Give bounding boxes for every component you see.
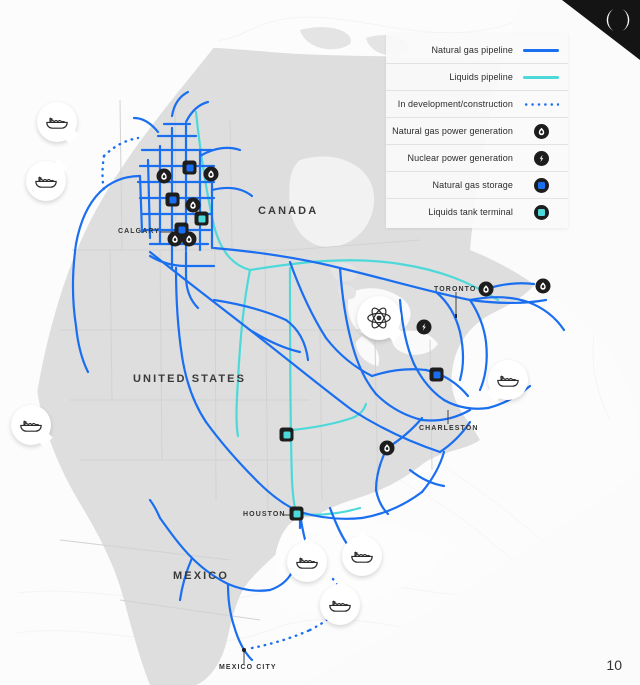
nuclear-facility-badge[interactable] — [357, 296, 401, 340]
atom-icon — [367, 307, 391, 329]
legend-label: Nuclear power generation — [407, 153, 513, 163]
legend-row-liquids-pipeline: Liquids pipeline — [386, 64, 568, 91]
toronto-leader-line — [455, 292, 457, 318]
storage-square-icon — [533, 177, 549, 193]
storage-square-icon — [165, 192, 180, 207]
flame-icon — [167, 231, 183, 247]
lng-carrier-icon — [329, 600, 351, 612]
lightning-bolt-icon — [533, 150, 549, 166]
flame-icon — [181, 231, 197, 247]
brand-corner — [562, 0, 640, 60]
natural-gas-power-marker[interactable] — [181, 231, 197, 247]
flame-icon — [533, 123, 549, 139]
lng-terminal-badge[interactable] — [11, 405, 51, 445]
lightning-bolt-icon — [416, 319, 432, 335]
liquids-tank-terminal-marker[interactable] — [279, 427, 295, 443]
liquids-tank-terminal-key — [522, 204, 560, 220]
storage-square-icon — [182, 160, 197, 175]
country-label-united-states: UNITED STATES — [133, 373, 247, 385]
page-number: 10 — [606, 657, 622, 673]
legend-label: In development/construction — [397, 99, 513, 109]
liquids-tank-terminal-marker[interactable] — [289, 506, 305, 522]
city-label-charleston: CHARLESTON — [419, 425, 479, 432]
flame-icon — [535, 278, 551, 294]
natural-gas-power-marker[interactable] — [185, 197, 201, 213]
lng-carrier-icon — [351, 551, 373, 563]
natural-gas-power-marker[interactable] — [478, 281, 494, 297]
city-label-calgary: CALGARY — [118, 228, 161, 235]
charleston-leader-line — [447, 410, 449, 424]
lng-terminal-badge[interactable] — [342, 536, 382, 576]
terminal-square-icon — [194, 211, 209, 226]
lng-terminal-badge[interactable] — [488, 360, 528, 400]
brand-circle-logo — [606, 8, 630, 32]
terminal-square-icon — [289, 506, 304, 521]
country-label-canada: CANADA — [258, 205, 319, 217]
natural-gas-storage-marker[interactable] — [182, 160, 198, 176]
nuclear-power-marker[interactable] — [416, 319, 432, 335]
city-label-mexico-city: MEXICO CITY — [219, 664, 277, 671]
liquids-tank-terminal-marker[interactable] — [194, 211, 210, 227]
natural-gas-power-marker[interactable] — [203, 166, 219, 182]
legend-label: Natural gas storage — [432, 180, 513, 190]
country-label-mexico: MEXICO — [173, 570, 229, 582]
flame-icon — [185, 197, 201, 213]
natural-gas-storage-marker[interactable] — [429, 367, 445, 383]
slide-page: CANADA UNITED STATES MEXICO CALGARY TORO… — [0, 0, 640, 685]
natural-gas-power-marker[interactable] — [167, 231, 183, 247]
natural-gas-power-key — [522, 123, 560, 139]
in-development-pipeline-key — [522, 102, 560, 106]
flame-icon — [156, 168, 172, 184]
flame-icon — [379, 440, 395, 456]
mexico-city-leader-line — [242, 648, 246, 664]
lng-carrier-icon — [497, 375, 519, 387]
legend-label: Liquids pipeline — [449, 72, 513, 82]
legend-row-liquids-tank-terminal: Liquids tank terminal — [386, 199, 568, 225]
legend-row-nuclear-power: Nuclear power generation — [386, 145, 568, 172]
flame-icon — [203, 166, 219, 182]
legend-label: Natural gas power generation — [392, 126, 513, 136]
lng-carrier-icon — [20, 420, 42, 432]
natural-gas-pipeline-key — [522, 48, 560, 52]
lng-carrier-icon — [35, 176, 57, 188]
lng-terminal-badge[interactable] — [320, 585, 360, 625]
map-legend: Natural gas pipeline Liquids pipeline In… — [386, 33, 568, 228]
lng-carrier-icon — [46, 117, 68, 129]
terminal-square-icon — [279, 427, 294, 442]
liquids-pipeline-key — [522, 75, 560, 79]
natural-gas-storage-marker[interactable] — [165, 192, 181, 208]
natural-gas-storage-key — [522, 177, 560, 193]
legend-label: Liquids tank terminal — [428, 207, 513, 217]
natural-gas-power-marker[interactable] — [379, 440, 395, 456]
legend-row-natural-gas-power: Natural gas power generation — [386, 118, 568, 145]
city-label-houston: HOUSTON — [243, 511, 286, 518]
legend-row-natural-gas-storage: Natural gas storage — [386, 172, 568, 199]
flame-icon — [478, 281, 494, 297]
lng-terminal-badge[interactable] — [26, 161, 66, 201]
natural-gas-power-marker[interactable] — [156, 168, 172, 184]
natural-gas-power-marker[interactable] — [535, 278, 551, 294]
lng-terminal-badge[interactable] — [37, 102, 77, 142]
lng-terminal-badge[interactable] — [287, 542, 327, 582]
storage-square-icon — [429, 367, 444, 382]
terminal-square-icon — [533, 204, 549, 220]
legend-row-natural-gas-pipeline: Natural gas pipeline — [386, 37, 568, 64]
nuclear-power-key — [522, 150, 560, 166]
lng-carrier-icon — [296, 557, 318, 569]
legend-row-in-development: In development/construction — [386, 91, 568, 118]
legend-label: Natural gas pipeline — [431, 45, 513, 55]
